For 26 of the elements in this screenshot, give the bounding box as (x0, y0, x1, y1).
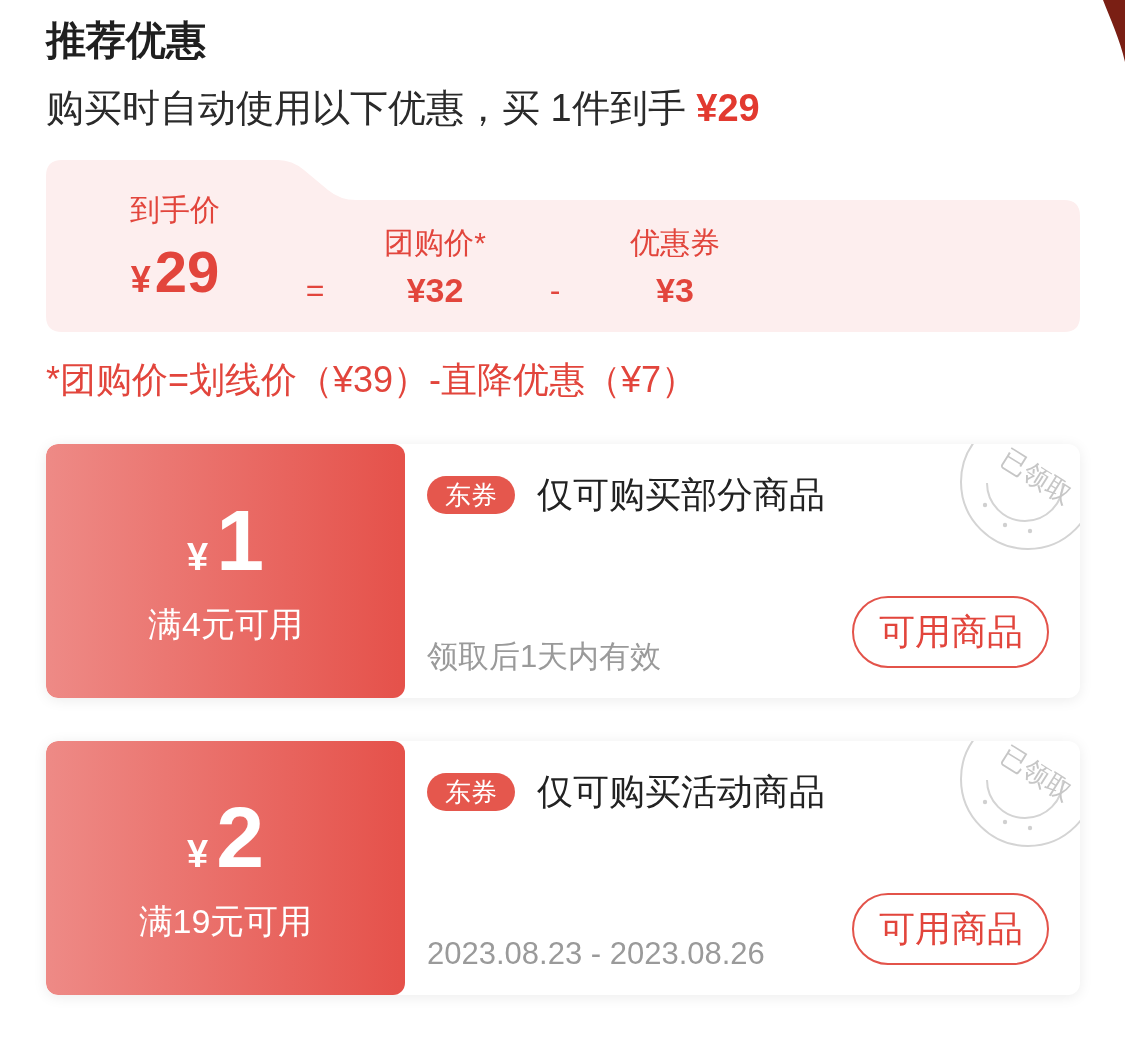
coupon-amount: ¥2 (187, 795, 264, 887)
coupon-condition: 满19元可用 (138, 901, 313, 941)
coupon-title: 仅可购买部分商品 (537, 473, 825, 517)
price-term-value: ¥32 (406, 270, 464, 310)
final-price-label: 到手价 (130, 192, 220, 228)
price-term-label: 团购价* (384, 225, 486, 261)
price-note: *团购价=划线价（¥39）-直降优惠（¥7） (46, 358, 699, 402)
coupon-tag: 东券 (427, 476, 515, 514)
coupon-tag: 东券 (427, 773, 515, 811)
coupon-validity: 2023.08.23 - 2023.08.26 (427, 936, 765, 972)
coupon-condition: 满4元可用 (148, 604, 303, 644)
price-term-value: ¥3 (656, 270, 694, 310)
stamp-text: 已领取 (996, 741, 1079, 807)
eligible-items-button[interactable]: 可用商品 (852, 893, 1049, 965)
coupon-amount: ¥1 (187, 498, 264, 590)
subtitle: 购买时自动使用以下优惠，买 1件到手 ¥29 (46, 86, 761, 131)
price-term-label: 优惠券 (630, 225, 720, 261)
coupon-title: 仅可购买活动商品 (537, 770, 825, 814)
eligible-items-button[interactable]: 可用商品 (852, 596, 1049, 668)
stamp-text: 已领取 (996, 444, 1079, 510)
operator-sign: = (304, 271, 326, 310)
coupon-validity: 领取后1天内有效 (427, 639, 662, 675)
corner-decoration (1100, 0, 1125, 62)
final-price-value: ¥29 (130, 242, 220, 306)
operator-sign: - (548, 271, 562, 310)
section-title: 推荐优惠 (46, 17, 207, 64)
